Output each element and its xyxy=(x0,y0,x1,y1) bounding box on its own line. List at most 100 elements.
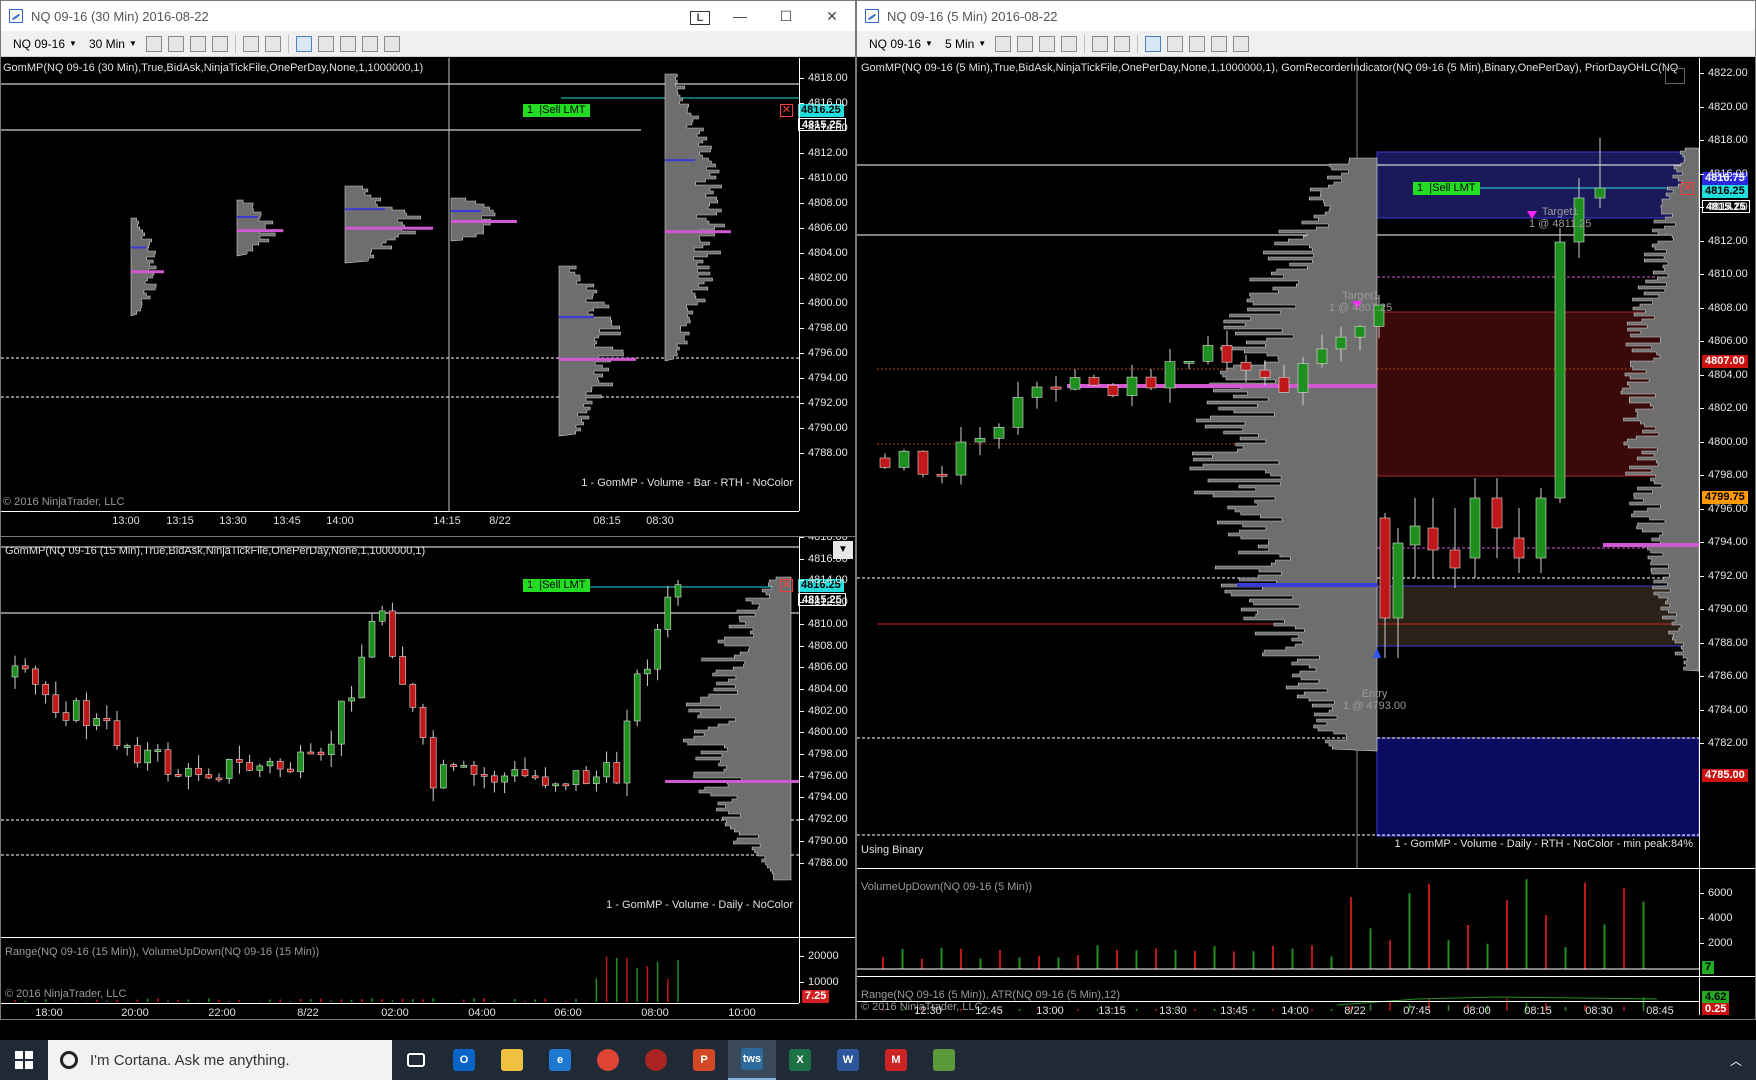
interval-selector[interactable]: 5 Min ▼ xyxy=(939,37,992,51)
time-label: 20:00 xyxy=(121,1007,149,1019)
instrument-selector[interactable]: NQ 09-16 ▼ xyxy=(7,37,83,51)
chart-canvas-5min[interactable] xyxy=(857,58,1755,868)
time-label: 08:45 xyxy=(1646,1005,1674,1017)
outlook-icon[interactable]: O xyxy=(440,1040,488,1080)
m-app-icon[interactable]: M xyxy=(872,1040,920,1080)
candle-body xyxy=(1594,187,1606,199)
cursor-icon[interactable] xyxy=(1092,35,1109,52)
status-text: Using Binary xyxy=(861,844,924,856)
link-button[interactable]: L xyxy=(683,8,717,25)
price-tick: 4820.00 xyxy=(1700,101,1755,113)
ninjatrader-icon[interactable] xyxy=(920,1040,968,1080)
maximize-icon[interactable]: ☐ xyxy=(763,8,809,25)
remove-drawing-icon[interactable] xyxy=(211,35,228,52)
price-panel-30min[interactable]: GomMP(NQ 09-16 (30 Min),True,BidAsk,Ninj… xyxy=(1,58,855,511)
time-label: 13:30 xyxy=(219,515,247,527)
time-axis[interactable]: 12:30 12:45 13:00 13:15 13:30 13:45 14:00 8/22 0… xyxy=(857,1001,1699,1019)
cancel-order-icon[interactable]: ✕ xyxy=(780,104,793,117)
properties-icon[interactable] xyxy=(1233,35,1250,52)
price-axis[interactable]: 4816.75 4816.25 4815.25 4807.00 4799.75 … xyxy=(1699,58,1755,868)
chart-style-icon[interactable] xyxy=(145,35,162,52)
candle-body xyxy=(297,751,304,773)
candle-body xyxy=(144,749,151,764)
chart-canvas-30min[interactable] xyxy=(1,58,855,511)
sub-tick: 10000 xyxy=(800,976,855,988)
vol-axis[interactable]: 6000 4000 2000 7 xyxy=(1699,869,1755,976)
price-panel-15min[interactable]: GomMP(NQ 09-16 (15 Min),True,BidAsk,Ninj… xyxy=(1,537,855,937)
candle-body xyxy=(174,773,182,777)
cancel-order-icon[interactable]: ✕ xyxy=(780,579,793,592)
price-tick: 4822.00 xyxy=(1700,67,1755,79)
indicators-icon[interactable] xyxy=(1167,35,1184,52)
price-tick: 4798.00 xyxy=(800,322,855,334)
candle-body xyxy=(195,767,202,775)
edge-icon[interactable]: e xyxy=(536,1040,584,1080)
price-axis[interactable]: 4818.00 4816.00 4814.00 4812.00 4810.00 4808.… xyxy=(799,58,855,511)
time-axis[interactable]: 18:00 20:00 22:00 8/22 02:00 04:00 06:00 08:00 1… xyxy=(1,1003,799,1019)
task-view-icon[interactable] xyxy=(392,1040,440,1080)
red-app-icon[interactable] xyxy=(632,1040,680,1080)
add-indicator-icon[interactable] xyxy=(189,35,206,52)
chrome-icon[interactable] xyxy=(584,1040,632,1080)
profile-label: 1 - GomMP - Volume - Bar - RTH - NoColor xyxy=(581,477,793,489)
cortana-search-box[interactable]: I'm Cortana. Ask me anything. xyxy=(48,1040,392,1080)
price-tick: 4800.00 xyxy=(800,726,855,738)
properties-icon[interactable] xyxy=(383,35,400,52)
minimize-icon[interactable]: — xyxy=(717,8,763,24)
snapshot-icon[interactable] xyxy=(1211,35,1228,52)
candle-body xyxy=(1050,386,1062,390)
title-bar[interactable]: NQ 09-16 (5 Min) 2016-08-22 xyxy=(857,1,1755,31)
strategies-icon[interactable] xyxy=(339,35,356,52)
drawing-tool-icon[interactable] xyxy=(1017,35,1034,52)
price-axis[interactable]: 4818.00 4816.00 4814.00 4812.00 4810.00 4808.… xyxy=(799,537,855,937)
windows-start-icon[interactable] xyxy=(0,1040,48,1080)
chart-trader-icon[interactable] xyxy=(1145,35,1162,52)
sell-limit-order[interactable]: 1 |Sell LMT xyxy=(523,579,590,592)
interval-selector[interactable]: 30 Min ▼ xyxy=(83,37,143,51)
tray-chevron-icon[interactable]: ︿ xyxy=(1716,1040,1756,1080)
zoom-icon[interactable] xyxy=(264,35,281,52)
chart-trader-icon[interactable] xyxy=(295,35,312,52)
tws-icon[interactable]: tws xyxy=(728,1040,776,1080)
sell-limit-order[interactable]: 1 |Sell LMT xyxy=(523,104,590,117)
add-indicator-icon[interactable] xyxy=(1039,35,1056,52)
candle-body xyxy=(113,720,121,747)
taskbar: I'm Cortana. Ask me anything. O e P tws … xyxy=(0,1040,1756,1080)
sub-axis[interactable]: 20000 10000 7.25 xyxy=(799,938,855,1003)
profile-label: 1 - GomMP - Volume - Daily - RTH - NoCol… xyxy=(1394,838,1693,850)
price-tick: 4788.00 xyxy=(800,447,855,459)
range-axis[interactable]: 4.62 0.25 xyxy=(1699,977,1755,1015)
poc-line xyxy=(345,226,433,230)
remove-drawing-icon[interactable] xyxy=(1061,35,1078,52)
instrument-selector[interactable]: NQ 09-16 ▼ xyxy=(863,37,939,51)
close-icon[interactable]: ✕ xyxy=(809,8,855,25)
sub-panel-15min[interactable]: Range(NQ 09-16 (15 Min)), VolumeUpDown(N… xyxy=(1,937,855,1003)
file-explorer-icon[interactable] xyxy=(488,1040,536,1080)
cancel-order-icon[interactable]: ✕ xyxy=(1681,182,1694,195)
cursor-icon[interactable] xyxy=(242,35,259,52)
price-tick: 4792.00 xyxy=(800,397,855,409)
play-icon[interactable] xyxy=(1665,68,1685,84)
candle-body xyxy=(572,770,580,786)
indicators-icon[interactable] xyxy=(317,35,334,52)
excel-icon[interactable]: X xyxy=(776,1040,824,1080)
candle-body xyxy=(936,473,948,477)
strategies-icon[interactable] xyxy=(1189,35,1206,52)
atr-badge: 0.25 xyxy=(1702,1003,1730,1015)
volume-panel-5min[interactable]: VolumeUpDown(NQ 09-16 (5 Min)) 6000 4000… xyxy=(857,868,1755,976)
chart-style-icon[interactable] xyxy=(995,35,1012,52)
chart-canvas-15min[interactable] xyxy=(1,537,855,937)
drawing-tool-icon[interactable] xyxy=(167,35,184,52)
word-icon[interactable]: W xyxy=(824,1040,872,1080)
chart-window-5min: NQ 09-16 (5 Min) 2016-08-22 NQ 09-16 ▼ 5 … xyxy=(856,0,1756,1020)
volume-profile xyxy=(450,197,496,242)
window-title: NQ 09-16 (5 Min) 2016-08-22 xyxy=(887,8,1058,24)
sell-limit-order[interactable]: 1 |Sell LMT xyxy=(1413,182,1480,195)
candle-body xyxy=(1278,377,1290,393)
time-axis[interactable]: 13:00 13:15 13:30 13:45 14:00 14:15 8/22 08:15 0… xyxy=(1,511,799,529)
zoom-icon[interactable] xyxy=(1114,35,1131,52)
price-panel-5min[interactable]: GomMP(NQ 09-16 (5 Min),True,BidAsk,Ninja… xyxy=(857,58,1755,868)
value-zone xyxy=(1376,585,1700,647)
snapshot-icon[interactable] xyxy=(361,35,378,52)
powerpoint-icon[interactable]: P xyxy=(680,1040,728,1080)
